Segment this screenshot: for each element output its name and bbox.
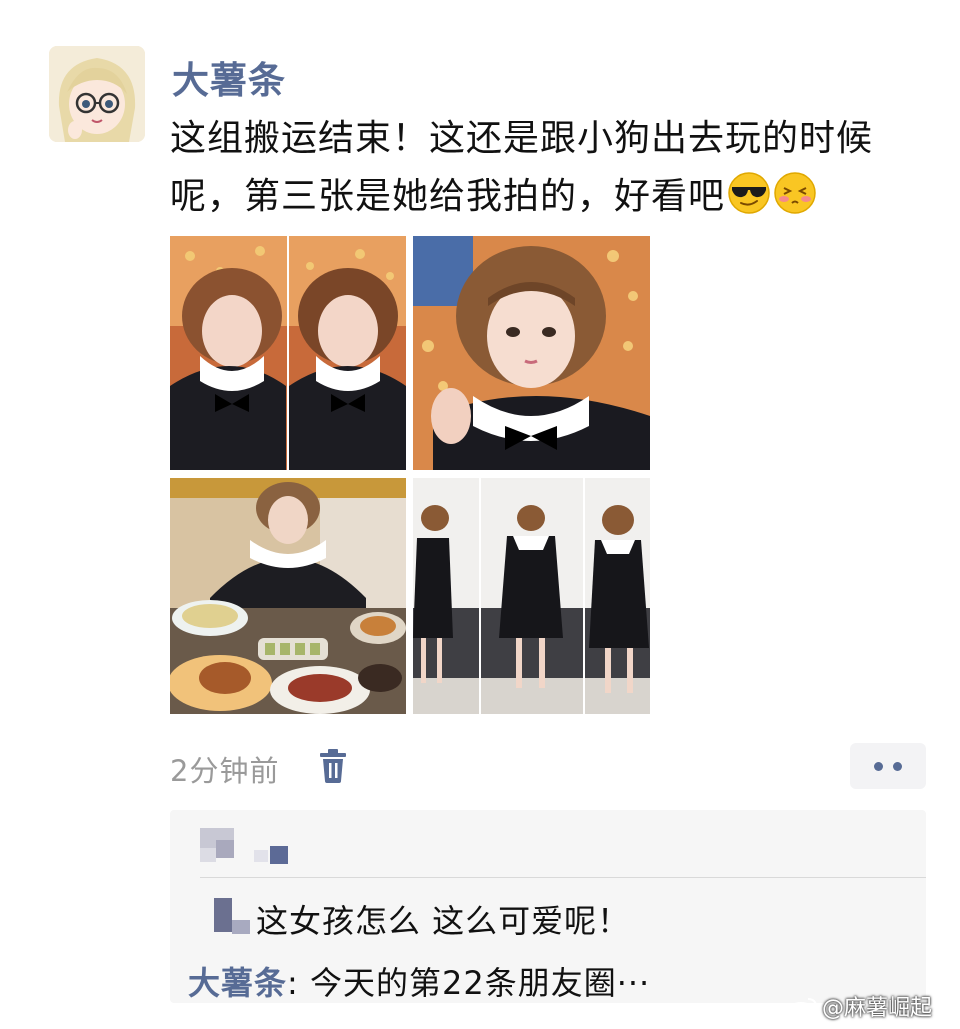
trash-icon[interactable]: [316, 747, 350, 785]
comment-divider: [200, 877, 926, 878]
watermark-text: @麻薯崛起: [822, 996, 933, 1021]
blurred-likes-area: [170, 810, 926, 876]
watermark: @麻薯崛起: [788, 990, 932, 1022]
blushing-face-emoji: [773, 171, 817, 215]
more-dots-icon: [874, 761, 883, 771]
comment-section: 这女孩怎么 这么可爱呢！ 大薯条: 今天的第22条朋友圈···: [170, 810, 926, 1003]
comment-author-name[interactable]: 大薯条: [188, 964, 287, 1002]
blurred-commenter-name: [214, 898, 232, 932]
reply-comment[interactable]: 大薯条: 今天的第22条朋友圈···: [188, 958, 650, 1004]
more-dots-icon: [893, 761, 902, 771]
post-image-selfie-collage[interactable]: [170, 236, 406, 470]
blurred-commenter-name-part: [232, 920, 250, 934]
author-avatar[interactable]: [49, 46, 145, 142]
post-image-selfie-closeup[interactable]: [413, 236, 650, 470]
weibo-logo-icon: [788, 998, 817, 1020]
more-options-button[interactable]: [850, 743, 926, 789]
post-author-name[interactable]: 大薯条: [172, 50, 286, 104]
reply-comment-text: 今天的第22条朋友圈···: [298, 964, 651, 1002]
post-timestamp: 2分钟前: [170, 754, 280, 788]
post-text: 这组搬运结束！这还是跟小狗出去玩的时候呢，第三张是她给我拍的，好看吧: [170, 110, 930, 226]
comment-separator: :: [287, 964, 299, 1002]
post-image-restaurant-photo[interactable]: [170, 478, 406, 714]
cool-sunglasses-emoji: [727, 171, 771, 215]
post-image-mirror-selfie-collage[interactable]: [413, 478, 650, 714]
comment-text: 这女孩怎么 这么可爱呢！: [256, 902, 631, 940]
